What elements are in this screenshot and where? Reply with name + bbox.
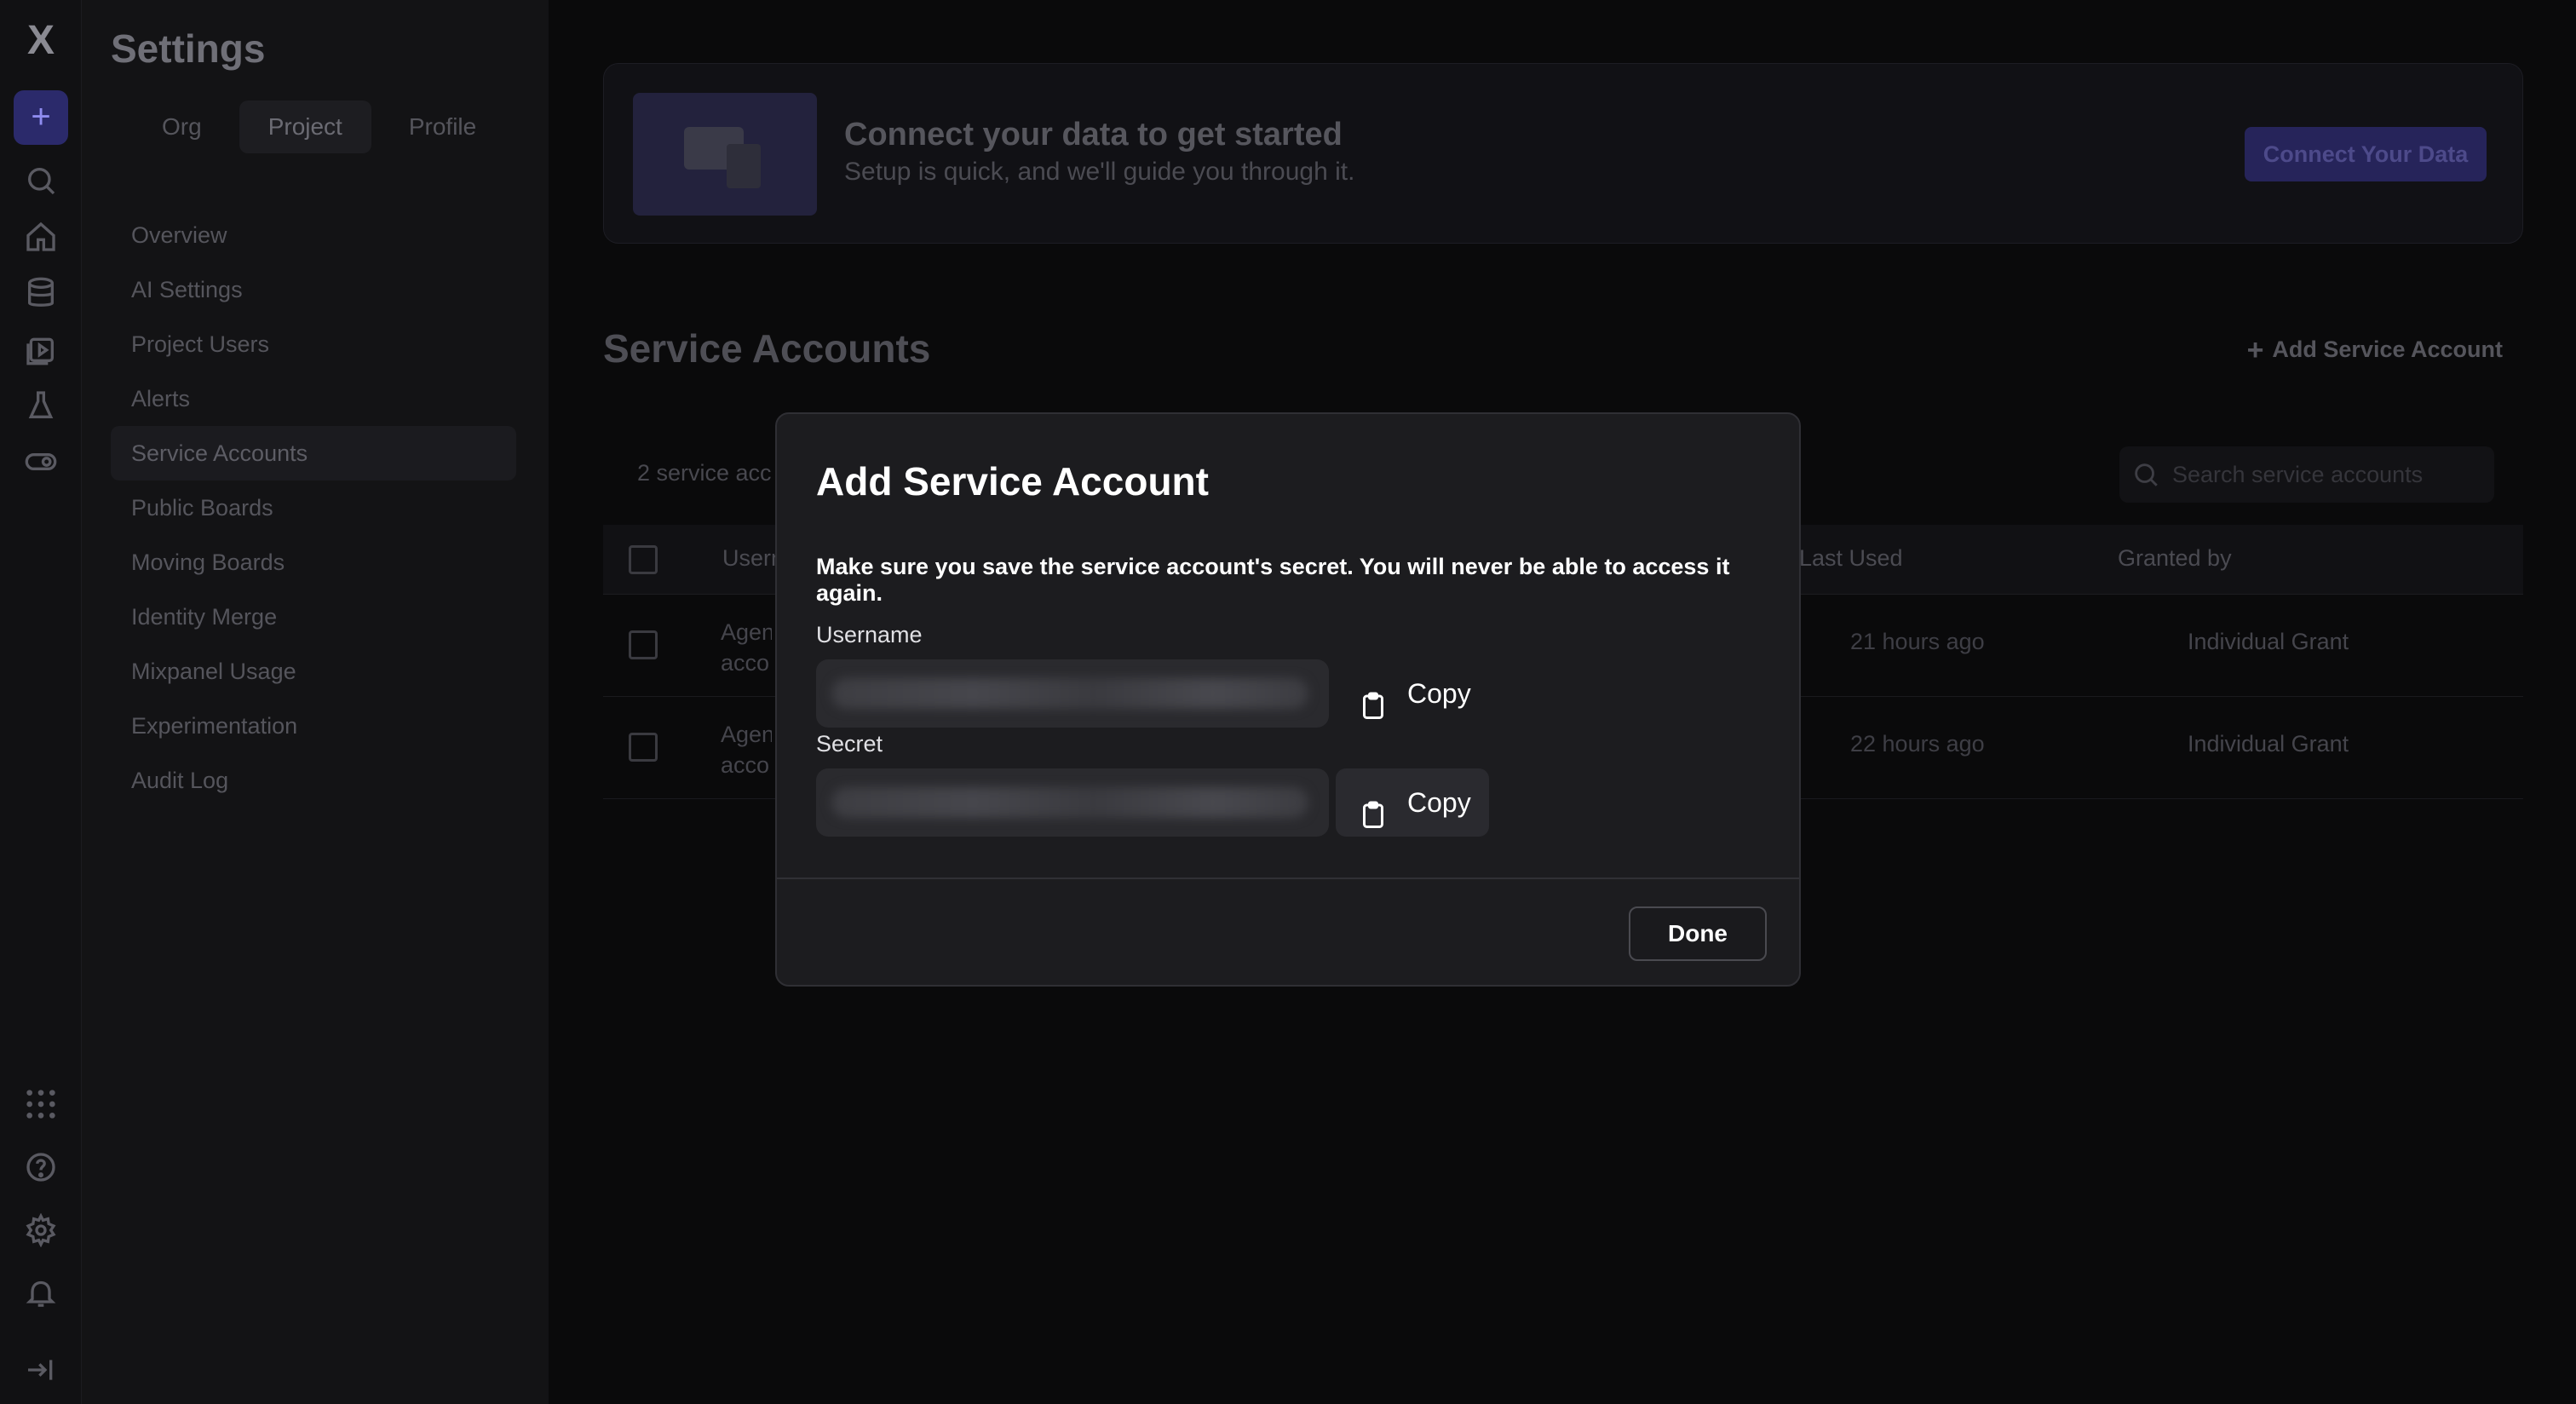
dialog-title: Add Service Account bbox=[816, 459, 1209, 503]
menu-item-overview[interactable]: Overview bbox=[111, 208, 516, 262]
search-box[interactable] bbox=[2119, 446, 2494, 503]
copy-label: Copy bbox=[1407, 678, 1471, 709]
gear-icon[interactable] bbox=[24, 1213, 58, 1247]
clipboard-icon bbox=[1358, 678, 1389, 719]
row-username: Agent acco bbox=[721, 619, 772, 676]
account-count: 2 service acc bbox=[637, 460, 772, 486]
help-icon[interactable] bbox=[24, 1150, 58, 1184]
add-service-account-button[interactable]: + Add Service Account bbox=[2247, 334, 2503, 367]
done-button[interactable]: Done bbox=[1629, 906, 1767, 961]
copy-label: Copy bbox=[1407, 787, 1471, 818]
settings-menu: Overview AI Settings Project Users Alert… bbox=[111, 208, 516, 808]
bell-icon[interactable] bbox=[24, 1276, 58, 1310]
tab-profile[interactable]: Profile bbox=[380, 101, 505, 153]
row-granted-by: Individual Grant bbox=[2188, 629, 2349, 654]
row-checkbox[interactable] bbox=[629, 733, 658, 762]
logo[interactable]: X bbox=[22, 20, 60, 61]
menu-item-moving-boards[interactable]: Moving Boards bbox=[111, 535, 516, 590]
add-service-account-dialog: Add Service Account Make sure you save t… bbox=[775, 412, 1801, 987]
select-all-checkbox[interactable] bbox=[629, 545, 658, 574]
tab-project[interactable]: Project bbox=[239, 101, 371, 153]
search-icon[interactable] bbox=[24, 164, 58, 198]
row-last-used: 22 hours ago bbox=[1850, 731, 1985, 757]
dialog-divider bbox=[777, 878, 1799, 879]
banner-illustration bbox=[633, 93, 817, 216]
dialog-warning: Make sure you save the service account's… bbox=[816, 554, 1730, 606]
secret-field[interactable] bbox=[816, 768, 1329, 837]
search-icon bbox=[2131, 460, 2160, 489]
home-icon[interactable] bbox=[24, 220, 58, 254]
plus-icon: + bbox=[2246, 334, 2264, 366]
row-username: Agent acco bbox=[721, 722, 772, 778]
row-last-used: 21 hours ago bbox=[1850, 629, 1985, 654]
new-button[interactable]: + bbox=[14, 90, 68, 145]
menu-item-audit-log[interactable]: Audit Log bbox=[111, 753, 516, 808]
username-field[interactable] bbox=[816, 659, 1329, 728]
redacted-secret bbox=[831, 787, 1308, 818]
menu-item-mixpanel-usage[interactable]: Mixpanel Usage bbox=[111, 644, 516, 699]
banner-heading: Connect your data to get started bbox=[844, 117, 1343, 152]
add-service-account-label: Add Service Account bbox=[2272, 337, 2503, 362]
settings-tabs: Org Project Profile bbox=[133, 101, 514, 153]
menu-item-identity-merge[interactable]: Identity Merge bbox=[111, 590, 516, 644]
page-title: Service Accounts bbox=[603, 326, 931, 371]
row-granted-by: Individual Grant bbox=[2188, 731, 2349, 757]
settings-panel: Settings Org Project Profile Overview AI… bbox=[82, 0, 549, 1404]
icon-rail: X + bbox=[0, 0, 82, 1404]
copy-username-button[interactable]: Copy bbox=[1336, 659, 1489, 728]
column-header-last-used[interactable]: Last Used bbox=[1799, 545, 1903, 572]
menu-item-public-boards[interactable]: Public Boards bbox=[111, 480, 516, 535]
experiment-icon[interactable] bbox=[24, 388, 58, 423]
toggle-icon[interactable] bbox=[24, 445, 58, 479]
settings-title: Settings bbox=[111, 26, 266, 71]
secret-label: Secret bbox=[816, 731, 883, 757]
column-header-granted-by[interactable]: Granted by bbox=[2118, 545, 2232, 572]
menu-item-ai-settings[interactable]: AI Settings bbox=[111, 262, 516, 317]
clipboard-icon bbox=[1358, 787, 1389, 828]
menu-item-experimentation[interactable]: Experimentation bbox=[111, 699, 516, 753]
search-input[interactable] bbox=[2172, 446, 2479, 503]
username-label: Username bbox=[816, 622, 923, 647]
apps-icon[interactable] bbox=[24, 1087, 58, 1121]
copy-secret-button[interactable]: Copy bbox=[1336, 768, 1489, 837]
redacted-username bbox=[831, 678, 1308, 709]
tab-org[interactable]: Org bbox=[133, 101, 231, 153]
menu-item-service-accounts[interactable]: Service Accounts bbox=[111, 426, 516, 480]
collapse-icon[interactable] bbox=[24, 1353, 58, 1387]
boards-icon[interactable] bbox=[24, 332, 58, 366]
banner-subheading: Setup is quick, and we'll guide you thro… bbox=[844, 158, 1355, 186]
connect-data-banner: Connect your data to get started Setup i… bbox=[603, 63, 2523, 244]
menu-item-project-users[interactable]: Project Users bbox=[111, 317, 516, 371]
database-icon[interactable] bbox=[24, 276, 58, 310]
row-checkbox[interactable] bbox=[629, 630, 658, 659]
menu-item-alerts[interactable]: Alerts bbox=[111, 371, 516, 426]
connect-data-button[interactable]: Connect Your Data bbox=[2245, 127, 2487, 181]
